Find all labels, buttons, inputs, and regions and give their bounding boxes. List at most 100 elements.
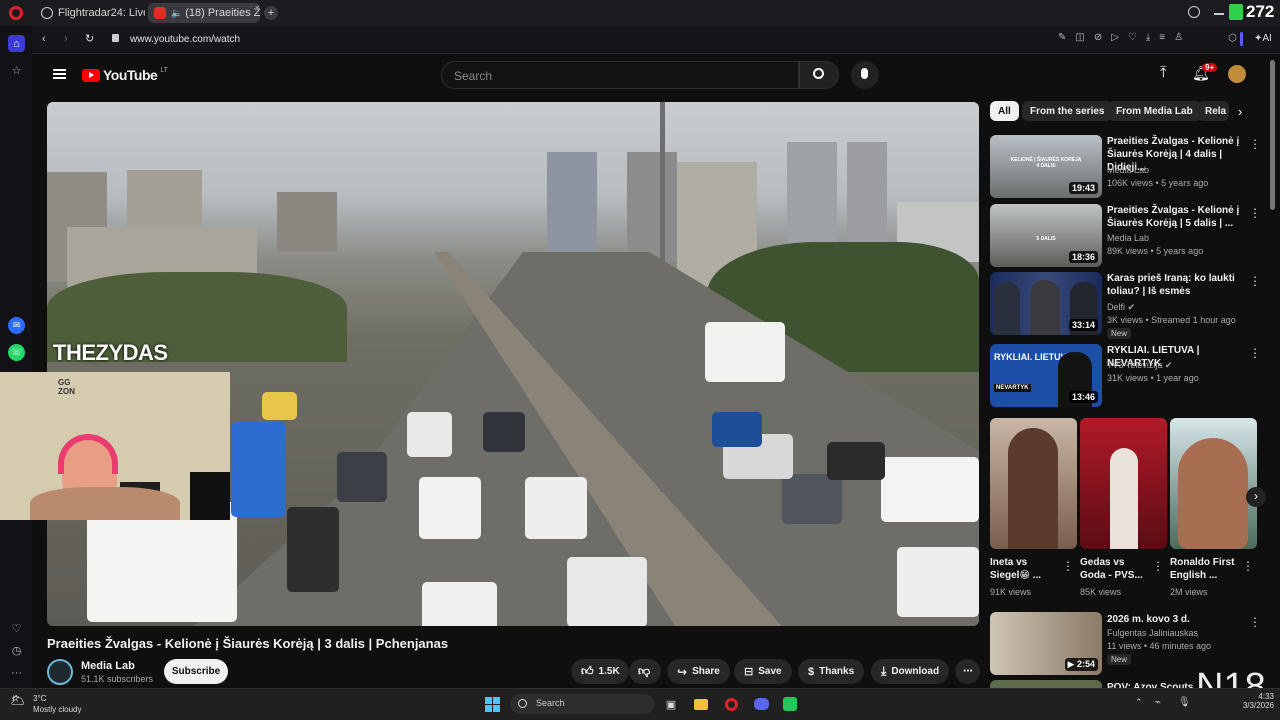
channel-name[interactable]: Media Lab xyxy=(81,660,135,672)
heart-icon[interactable]: ♡ xyxy=(8,620,25,637)
short-title[interactable]: Gedas vs Goda - PVS... xyxy=(1080,556,1144,582)
more-options-icon[interactable]: ⋮ xyxy=(1249,274,1261,288)
back-icon[interactable]: ‹ xyxy=(42,33,46,45)
messenger-icon[interactable]: ✉ xyxy=(8,317,25,334)
sidebar-toggle[interactable] xyxy=(1240,32,1243,46)
weather-icon: 🌥︎ xyxy=(10,693,26,707)
webcam-wall-art: GG ZON xyxy=(58,378,75,396)
page-scrollbar[interactable] xyxy=(1270,60,1275,210)
chip-from-media-lab[interactable]: From Media Lab xyxy=(1108,101,1201,121)
car xyxy=(419,477,481,539)
discord-icon[interactable] xyxy=(751,694,771,714)
search-tabs-icon[interactable] xyxy=(1188,6,1200,18)
mic-tray-icon[interactable]: 🎙︎ xyxy=(1178,697,1191,708)
opera-logo[interactable] xyxy=(9,6,23,20)
short-thumbnail[interactable] xyxy=(1170,418,1257,549)
more-actions-button[interactable]: ⋯ xyxy=(955,659,980,684)
toolbar-icons[interactable]: ✎◫⊘▷♡⤓≡♙ xyxy=(1058,32,1192,43)
url-text[interactable]: www.youtube.com/watch xyxy=(130,34,240,45)
chevron-right-icon[interactable]: › xyxy=(1238,104,1242,119)
tab-flightradar[interactable]: Flightradar24: Live Flight T xyxy=(35,3,145,23)
shorts-next-button[interactable]: › xyxy=(1246,487,1266,507)
save-button[interactable]: ⊟ Save xyxy=(734,659,792,684)
short-thumbnail[interactable] xyxy=(1080,418,1167,549)
weather-desc: Mostly cloudy xyxy=(33,705,82,714)
recommendation-channel[interactable]: Fulgentas Jaliniauskas xyxy=(1107,628,1198,638)
recommendation-channel[interactable]: Delfi ✔ xyxy=(1107,302,1135,313)
app-green-icon[interactable] xyxy=(780,694,800,714)
chip-related[interactable]: Rela xyxy=(1197,101,1229,121)
youtube-logo[interactable]: YouTube LT xyxy=(82,67,168,83)
more-icon[interactable]: ··· xyxy=(8,664,25,681)
more-options-icon[interactable]: ⋮ xyxy=(1249,206,1261,220)
recommendation-thumbnail[interactable]: ▶ 2:54 xyxy=(990,612,1102,675)
task-view-icon[interactable]: ▣ xyxy=(661,694,681,714)
account-avatar[interactable] xyxy=(1228,65,1246,83)
weather-widget[interactable]: 🌥︎ 3°C Mostly cloudy xyxy=(10,692,90,718)
home-icon[interactable]: ⌂ xyxy=(8,35,25,52)
more-options-icon[interactable]: ⋮ xyxy=(1242,559,1254,573)
more-options-icon[interactable]: ⋮ xyxy=(1249,346,1261,360)
voice-search-button[interactable] xyxy=(851,61,879,89)
tray-chevron-icon[interactable]: ⌃ xyxy=(1135,697,1143,708)
whatsapp-icon[interactable]: ☏ xyxy=(8,344,25,361)
extensions-icon[interactable]: ⬡ xyxy=(1228,33,1237,44)
star-icon[interactable]: ☆ xyxy=(8,62,25,79)
speaker-icon[interactable]: 🔈 xyxy=(171,8,182,19)
tab-label: Flightradar24: Live Flight T xyxy=(58,7,145,19)
video-watermark: THEZYDAS xyxy=(53,340,168,365)
network-icon[interactable]: ⌁ xyxy=(1155,697,1161,708)
short-title[interactable]: Ronaldo First English ... xyxy=(1170,556,1240,582)
recommendation-channel[interactable]: Media Lab xyxy=(1107,165,1149,175)
file-explorer-icon[interactable] xyxy=(691,694,711,714)
clock[interactable]: 4:33 3/3/2026 xyxy=(1234,692,1274,710)
recommendation-thumbnail[interactable]: 33:14 xyxy=(990,272,1102,335)
recommendation-thumbnail[interactable]: 5 DALIS 18:36 xyxy=(990,204,1102,267)
like-button[interactable]: 👍︎ 1.5K xyxy=(571,659,629,684)
download-button[interactable]: ⤓ Download xyxy=(871,659,950,684)
thanks-button[interactable]: $ Thanks xyxy=(798,659,865,684)
more-options-icon[interactable]: ⋮ xyxy=(1249,615,1261,629)
windows-start-icon[interactable] xyxy=(482,694,502,714)
upload-icon[interactable]: ⤒ xyxy=(1160,64,1167,81)
chip-all[interactable]: All xyxy=(990,101,1019,121)
opera-taskbar-icon[interactable] xyxy=(721,694,741,714)
recommendation-thumbnail[interactable]: RYKLIAI. LIETUVA NEVARTYK 13:46 xyxy=(990,344,1102,407)
forward-icon[interactable]: › xyxy=(64,33,68,45)
video-player[interactable]: THEZYDAS xyxy=(47,102,979,626)
recommendation-title[interactable]: 2026 m. kovo 3 d. xyxy=(1107,613,1237,626)
more-options-icon[interactable]: ⋮ xyxy=(1152,559,1164,573)
recommendation-channel[interactable]: TV3 Televizija ✔ xyxy=(1107,360,1172,371)
car xyxy=(407,412,452,457)
person-figure xyxy=(1008,428,1058,549)
dislike-button[interactable]: 👎︎ xyxy=(629,659,661,684)
recommendation-thumbnail[interactable] xyxy=(990,680,1102,688)
thumbs-down-icon: 👎︎ xyxy=(638,664,651,678)
subscribe-button[interactable]: Subscribe xyxy=(164,659,228,684)
short-thumbnail[interactable] xyxy=(990,418,1077,549)
tab-youtube-active[interactable]: 🔈 (18) Praeities Žvalgas xyxy=(148,3,260,23)
search-button[interactable] xyxy=(799,61,839,89)
recommendation-title[interactable]: Praeities Žvalgas - Kelionė į Šiaurės Ko… xyxy=(1107,204,1245,230)
short-title[interactable]: Ineta vs Siegel😁 ... xyxy=(990,556,1052,582)
more-options-icon[interactable]: ⋮ xyxy=(1062,559,1074,573)
duration-badge: 13:46 xyxy=(1068,391,1098,403)
minimize-icon[interactable] xyxy=(1214,13,1224,15)
recommendation-title[interactable]: POV: Azov Scouts F... xyxy=(1107,681,1197,688)
thumbnail-text: NEVARTYK xyxy=(994,384,1031,392)
history-icon[interactable]: ◷ xyxy=(8,642,25,659)
recommendation-channel[interactable]: Media Lab xyxy=(1107,233,1149,243)
subscriber-count: 51.1K subscribers xyxy=(81,674,154,684)
share-button[interactable]: ↪ Share xyxy=(667,659,730,684)
taskbar-search[interactable]: Search xyxy=(510,694,654,714)
new-tab-button[interactable]: + xyxy=(264,6,278,20)
recommendation-title[interactable]: Karas prieš Iraną: ko laukti toliau? | I… xyxy=(1107,272,1237,298)
ai-button[interactable]: ✦AI xyxy=(1254,33,1272,44)
search-input[interactable]: Search xyxy=(441,61,799,89)
hamburger-menu-icon[interactable] xyxy=(53,69,66,79)
more-options-icon[interactable]: ⋮ xyxy=(1249,137,1261,151)
reload-icon[interactable]: ↻ xyxy=(85,32,94,45)
recommendation-thumbnail[interactable]: KELIONĖ Į ŠIAURĖS KORĖJĄ 4 DALIS 19:43 xyxy=(990,135,1102,198)
chip-from-series[interactable]: From the series xyxy=(1022,101,1113,121)
channel-avatar[interactable] xyxy=(47,659,73,685)
